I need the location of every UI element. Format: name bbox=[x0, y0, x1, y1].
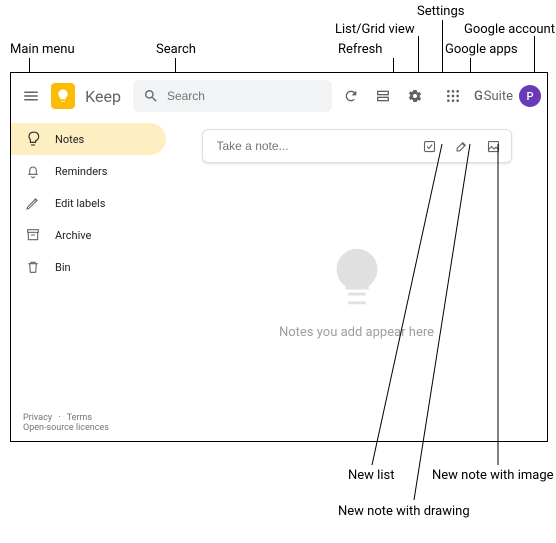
new-list-button[interactable] bbox=[421, 137, 439, 155]
take-note-bar[interactable] bbox=[202, 129, 512, 163]
bulb-large-icon bbox=[322, 243, 392, 313]
new-image-button[interactable] bbox=[485, 137, 503, 155]
take-note-actions bbox=[421, 137, 503, 155]
gsuite-g: G bbox=[474, 89, 483, 104]
callout-main-menu: Main menu bbox=[10, 42, 75, 57]
new-drawing-button[interactable] bbox=[453, 137, 471, 155]
brush-icon bbox=[454, 139, 469, 154]
hamburger-icon bbox=[22, 87, 40, 105]
footer-oss-link[interactable]: Open-source licences bbox=[23, 423, 109, 433]
footer-privacy-link[interactable]: Privacy bbox=[23, 413, 52, 423]
callout-refresh: Refresh bbox=[338, 42, 382, 57]
bulb-icon bbox=[25, 131, 41, 147]
callout-search: Search bbox=[156, 42, 196, 57]
sidebar-item-label: Edit labels bbox=[55, 197, 105, 210]
empty-state: Notes you add appear here bbox=[279, 243, 434, 340]
sidebar-item-label: Notes bbox=[55, 133, 84, 146]
image-icon bbox=[486, 139, 501, 154]
gsuite-suite: Suite bbox=[484, 89, 513, 104]
gear-icon bbox=[407, 88, 423, 104]
callout-google-account: Google account bbox=[464, 22, 555, 37]
refresh-button[interactable] bbox=[336, 81, 366, 111]
main-area: Notes you add appear here bbox=[166, 119, 547, 441]
callout-new-list: New list bbox=[348, 468, 394, 483]
footer-dot: · bbox=[58, 413, 60, 423]
footer-terms-link[interactable]: Terms bbox=[67, 413, 92, 423]
footer: Privacy · Terms Open-source licences bbox=[23, 413, 109, 433]
bell-icon bbox=[25, 163, 41, 179]
list-view-icon bbox=[375, 88, 391, 104]
sidebar-item-bin[interactable]: Bin bbox=[11, 251, 166, 283]
keep-logo bbox=[51, 83, 75, 109]
callout-google-apps: Google apps bbox=[445, 42, 518, 57]
sidebar: Notes Reminders Edit labels Archive Bin bbox=[11, 119, 166, 441]
listgrid-button[interactable] bbox=[368, 81, 398, 111]
main-menu-button[interactable] bbox=[17, 81, 45, 111]
topbar: Keep G Suite P bbox=[11, 73, 547, 119]
callout-settings: Settings bbox=[417, 4, 464, 19]
pencil-icon bbox=[25, 195, 41, 211]
callout-listgrid: List/Grid view bbox=[335, 22, 415, 37]
app-window: Keep G Suite P bbox=[10, 72, 548, 442]
settings-button[interactable] bbox=[400, 81, 430, 111]
search-input[interactable] bbox=[167, 89, 322, 103]
take-note-input[interactable] bbox=[217, 139, 421, 153]
sidebar-item-notes[interactable]: Notes bbox=[11, 123, 166, 155]
callout-new-drawing: New note with drawing bbox=[338, 504, 470, 519]
sidebar-item-label: Bin bbox=[55, 261, 71, 274]
body: Notes Reminders Edit labels Archive Bin bbox=[11, 119, 547, 441]
gsuite-label: G Suite bbox=[474, 89, 513, 104]
topbar-actions: G Suite P bbox=[336, 81, 541, 111]
bulb-icon bbox=[55, 88, 71, 104]
sidebar-item-label: Reminders bbox=[55, 165, 107, 178]
sidebar-item-label: Archive bbox=[55, 229, 91, 242]
sidebar-item-reminders[interactable]: Reminders bbox=[11, 155, 166, 187]
google-apps-button[interactable] bbox=[438, 81, 468, 111]
refresh-icon bbox=[343, 88, 359, 104]
empty-state-text: Notes you add appear here bbox=[279, 325, 434, 340]
checkbox-icon bbox=[422, 139, 437, 154]
brand-label: Keep bbox=[85, 87, 121, 106]
callout-new-image: New note with image bbox=[432, 468, 554, 483]
sidebar-item-archive[interactable]: Archive bbox=[11, 219, 166, 251]
sidebar-item-edit-labels[interactable]: Edit labels bbox=[11, 187, 166, 219]
search-icon bbox=[143, 88, 159, 104]
google-account-avatar[interactable]: P bbox=[519, 85, 541, 107]
trash-icon bbox=[25, 259, 41, 275]
apps-grid-icon bbox=[445, 88, 461, 104]
search-bar[interactable] bbox=[133, 80, 332, 112]
archive-icon bbox=[25, 227, 41, 243]
